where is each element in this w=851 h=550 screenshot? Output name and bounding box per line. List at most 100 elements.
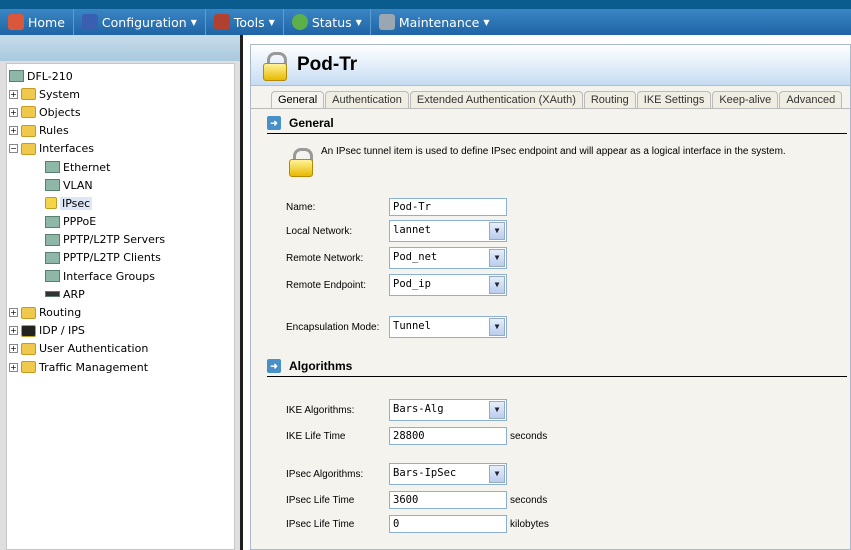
folder-icon bbox=[21, 306, 36, 319]
expand-icon[interactable]: + bbox=[9, 326, 18, 336]
tree-root[interactable]: DFL-210 bbox=[9, 67, 234, 85]
select-value: lannet bbox=[393, 224, 431, 236]
arp-icon bbox=[45, 291, 60, 298]
tree-item-pppoe[interactable]: PPPoE bbox=[9, 213, 234, 231]
tools-icon bbox=[213, 14, 230, 30]
tab-advanced[interactable]: Advanced bbox=[779, 91, 843, 108]
remote-endpoint-select[interactable]: Pod_ip ▼ bbox=[389, 274, 507, 296]
lock-icon bbox=[45, 197, 57, 210]
encapsulation-label: Encapsulation Mode: bbox=[286, 321, 380, 333]
tree-label: Ethernet bbox=[63, 160, 111, 174]
tree-label: System bbox=[39, 87, 81, 101]
tree-item-interfaces[interactable]: − Interfaces bbox=[9, 140, 234, 158]
tree-item-pptp-clients[interactable]: PPTP/L2TP Clients bbox=[9, 249, 234, 267]
tree-item-system[interactable]: + System bbox=[9, 85, 234, 103]
menu-label: Status bbox=[311, 14, 352, 30]
section-icon: ➜ bbox=[267, 115, 281, 130]
expand-icon[interactable]: + bbox=[9, 126, 18, 136]
top-strip bbox=[0, 0, 851, 9]
chevron-down-icon[interactable]: ▼ bbox=[489, 222, 505, 240]
collapse-icon[interactable]: − bbox=[9, 144, 18, 154]
chevron-down-icon: ▼ bbox=[268, 17, 275, 27]
unit-label: seconds bbox=[510, 494, 548, 506]
tree-label: Objects bbox=[39, 105, 81, 119]
tree-item-arp[interactable]: ARP bbox=[9, 285, 234, 303]
chevron-down-icon[interactable]: ▼ bbox=[489, 276, 505, 294]
chevron-down-icon[interactable]: ▼ bbox=[489, 318, 505, 336]
menu-configuration[interactable]: Configuration ▼ bbox=[74, 9, 206, 35]
tree-label: IDP / IPS bbox=[39, 324, 85, 338]
tree-label: IPsec bbox=[60, 196, 93, 210]
chevron-down-icon: ▼ bbox=[355, 17, 362, 27]
section-title: General bbox=[289, 115, 334, 130]
navigation-header bbox=[0, 35, 240, 61]
menu-label: Maintenance bbox=[398, 14, 480, 30]
ipsec-algorithms-label: IPsec Algorithms: bbox=[286, 468, 364, 480]
status-icon bbox=[291, 14, 308, 30]
ike-algorithms-select[interactable]: Bars-Alg ▼ bbox=[389, 399, 507, 421]
tree-item-ipsec[interactable]: IPsec bbox=[9, 194, 234, 212]
tree-label: Routing bbox=[39, 306, 82, 320]
tab-ike-settings[interactable]: IKE Settings bbox=[636, 91, 712, 108]
select-value: Bars-IpSec bbox=[393, 467, 457, 479]
tab-xauth[interactable]: Extended Authentication (XAuth) bbox=[409, 91, 583, 108]
local-network-select[interactable]: lannet ▼ bbox=[389, 220, 507, 242]
tree-item-pptp-servers[interactable]: PPTP/L2TP Servers bbox=[9, 231, 234, 249]
device-icon bbox=[9, 70, 24, 83]
expand-icon[interactable]: + bbox=[9, 344, 18, 354]
tree-item-rules[interactable]: + Rules bbox=[9, 122, 234, 140]
remote-network-label: Remote Network: bbox=[286, 252, 364, 264]
ipsec-lifetime-kb-input[interactable]: 0 bbox=[389, 515, 507, 533]
tab-keep-alive[interactable]: Keep-alive bbox=[712, 91, 779, 108]
tree-item-routing[interactable]: + Routing bbox=[9, 303, 234, 321]
idp-icon bbox=[21, 324, 36, 337]
tab-routing[interactable]: Routing bbox=[583, 91, 636, 108]
ipsec-lifetime-input[interactable]: 3600 bbox=[389, 491, 507, 509]
tree-label: PPPoE bbox=[63, 215, 97, 229]
name-input[interactable]: Pod-Tr bbox=[389, 198, 507, 216]
tree-item-interface-groups[interactable]: Interface Groups bbox=[9, 267, 234, 285]
title-band: Pod-Tr bbox=[251, 45, 850, 86]
expand-icon[interactable]: + bbox=[9, 107, 18, 117]
menu-tools[interactable]: Tools ▼ bbox=[206, 9, 284, 35]
tree-item-ethernet[interactable]: Ethernet bbox=[9, 158, 234, 176]
tree-label: PPTP/L2TP Servers bbox=[63, 233, 166, 247]
expand-icon[interactable]: + bbox=[9, 89, 18, 99]
configuration-icon bbox=[81, 14, 98, 30]
folder-icon bbox=[21, 342, 36, 355]
expand-icon[interactable]: + bbox=[9, 308, 18, 318]
ike-lifetime-input[interactable]: 28800 bbox=[389, 427, 507, 445]
chevron-down-icon[interactable]: ▼ bbox=[489, 401, 505, 419]
group-icon bbox=[45, 270, 60, 283]
maintenance-icon bbox=[378, 14, 395, 30]
ipsec-lifetime-label: IPsec Life Time bbox=[286, 494, 355, 506]
menu-label: Home bbox=[28, 14, 65, 30]
tab-bar: General Authentication Extended Authenti… bbox=[251, 88, 850, 109]
chevron-down-icon[interactable]: ▼ bbox=[489, 465, 505, 483]
general-section-header: ➜ General bbox=[267, 112, 847, 134]
encapsulation-select[interactable]: Tunnel ▼ bbox=[389, 316, 507, 338]
expand-icon[interactable]: + bbox=[9, 362, 18, 372]
menu-label: Configuration bbox=[101, 14, 187, 30]
tree-item-objects[interactable]: + Objects bbox=[9, 103, 234, 121]
menu-home[interactable]: Home bbox=[0, 9, 74, 35]
chevron-down-icon[interactable]: ▼ bbox=[489, 249, 505, 267]
tree-label: Interface Groups bbox=[63, 269, 155, 283]
tree-label: PPTP/L2TP Clients bbox=[63, 251, 161, 265]
remote-endpoint-label: Remote Endpoint: bbox=[286, 279, 367, 291]
ipsec-algorithms-select[interactable]: Bars-IpSec ▼ bbox=[389, 463, 507, 485]
menu-maintenance[interactable]: Maintenance ▼ bbox=[371, 9, 498, 35]
tab-authentication[interactable]: Authentication bbox=[325, 91, 409, 108]
tree-item-user-auth[interactable]: + User Authentication bbox=[9, 340, 234, 358]
tree-item-vlan[interactable]: VLAN bbox=[9, 176, 234, 194]
select-value: Pod_net bbox=[393, 251, 438, 263]
tree-item-traffic[interactable]: + Traffic Management bbox=[9, 358, 234, 376]
pppoe-icon bbox=[45, 215, 60, 228]
menu-status[interactable]: Status ▼ bbox=[284, 9, 371, 35]
tree-item-idp[interactable]: + IDP / IPS bbox=[9, 322, 234, 340]
tab-general[interactable]: General bbox=[271, 91, 325, 108]
ethernet-icon bbox=[45, 161, 60, 174]
vlan-icon bbox=[45, 179, 60, 192]
name-label: Name: bbox=[286, 201, 316, 213]
remote-network-select[interactable]: Pod_net ▼ bbox=[389, 247, 507, 269]
